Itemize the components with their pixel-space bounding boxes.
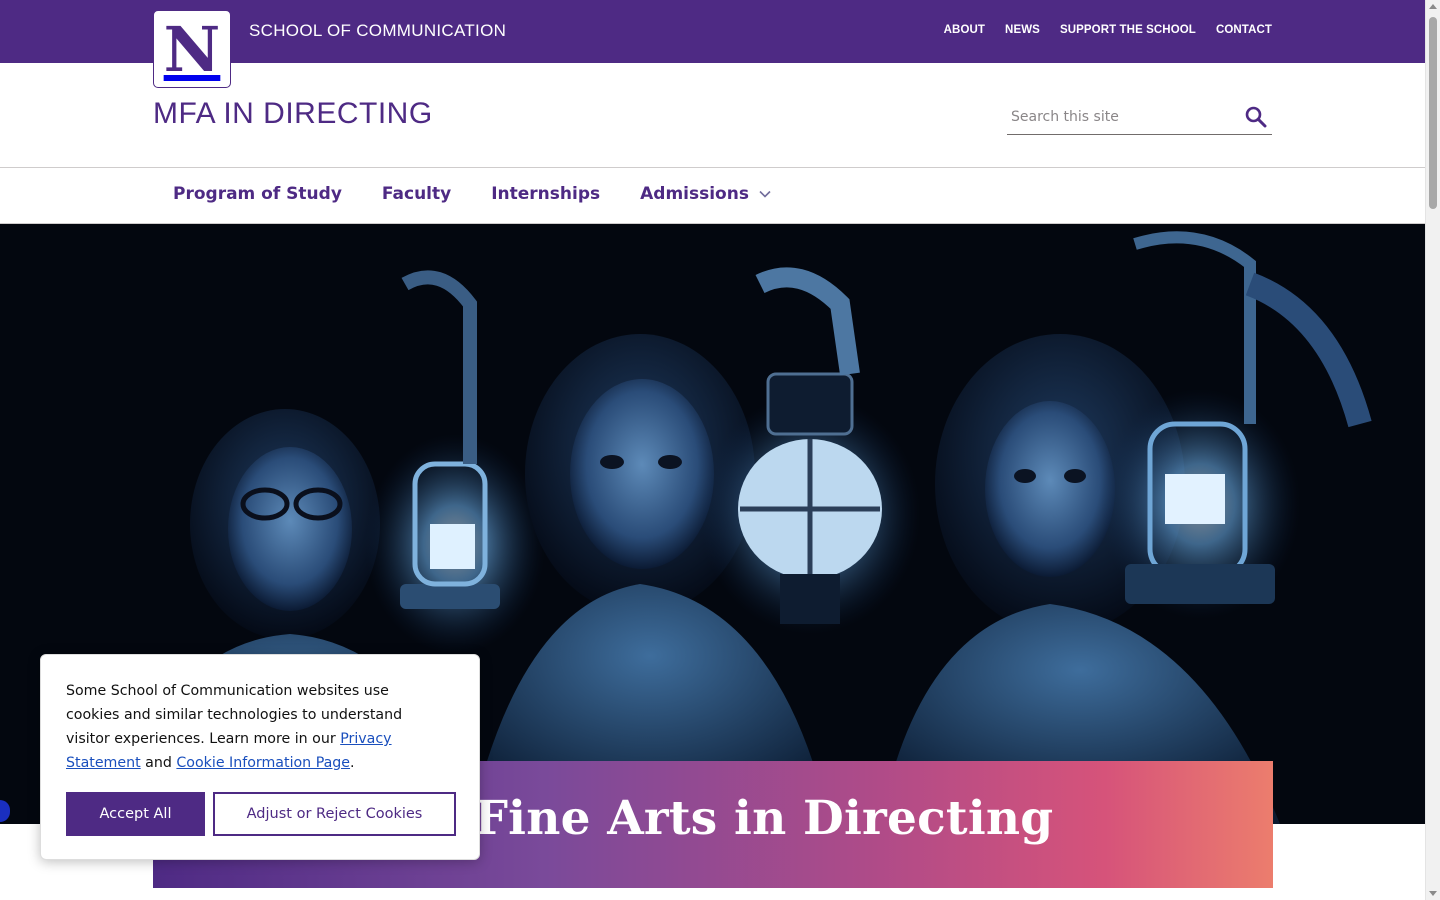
page-scrollbar[interactable] [1425,0,1440,900]
search-icon [1245,106,1267,128]
nav-link-program-of-study[interactable]: Program of Study [173,184,342,204]
nav-item-internships: Internships [491,184,600,204]
utility-nav: ABOUT NEWS SUPPORT THE SCHOOL CONTACT [944,24,1272,36]
cookie-banner: Some School of Communication websites us… [40,654,480,860]
cookie-text-middle: and [140,755,177,771]
nav-item-faculty: Faculty [382,184,451,204]
school-name[interactable]: SCHOOL OF COMMUNICATION [249,21,506,41]
nav-item-program-of-study: Program of Study [173,184,342,204]
northwestern-logo[interactable]: N [153,10,231,88]
logo-letter: N [163,13,221,86]
accept-all-button[interactable]: Accept All [66,792,205,836]
nav-link-internships[interactable]: Internships [491,184,600,204]
search-button[interactable] [1244,105,1268,129]
utility-link-news[interactable]: NEWS [1005,24,1040,36]
cookie-information-link[interactable]: Cookie Information Page [176,755,350,771]
search-form [1007,100,1272,135]
main-nav: Program of Study Faculty Internships Adm… [0,167,1425,224]
site-title[interactable]: MFA IN DIRECTING [153,97,433,131]
scrollbar-thumb[interactable] [1429,17,1437,209]
utility-link-about[interactable]: ABOUT [944,24,985,36]
utility-link-support[interactable]: SUPPORT THE SCHOOL [1060,24,1196,36]
nav-item-admissions: Admissions [640,184,771,204]
nav-link-admissions[interactable]: Admissions [640,184,749,204]
search-input[interactable] [1011,104,1231,130]
utility-link-contact[interactable]: CONTACT [1216,24,1272,36]
cookie-text-after: . [350,755,355,771]
nav-link-faculty[interactable]: Faculty [382,184,451,204]
adjust-reject-cookies-button[interactable]: Adjust or Reject Cookies [213,792,456,836]
chevron-down-icon[interactable] [759,190,771,198]
scroll-up-arrow-icon[interactable] [1429,4,1437,9]
scroll-down-arrow-icon[interactable] [1429,891,1437,896]
cookie-message: Some School of Communication websites us… [66,679,426,775]
